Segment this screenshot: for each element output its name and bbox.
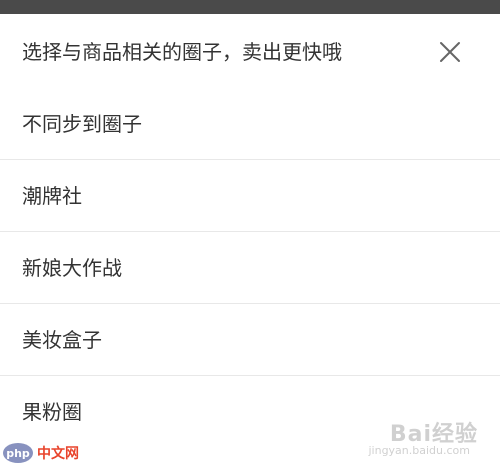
option-label: 美妆盒子 [22, 328, 102, 352]
circle-picker-sheet: 选择与商品相关的圈子，卖出更快哦 不同步到圈子 潮牌社 新娘大作战 美妆盒子 果… [0, 14, 500, 466]
option-xinniang-dazuozhan[interactable]: 新娘大作战 [0, 232, 500, 304]
sheet-title: 选择与商品相关的圈子，卖出更快哦 [22, 40, 342, 64]
watermark-baidu-url: jingyan.baidu.com [368, 444, 470, 457]
option-label: 果粉圈 [22, 400, 82, 424]
close-button[interactable] [436, 38, 464, 66]
option-label: 不同步到圈子 [22, 112, 142, 136]
option-label: 新娘大作战 [22, 256, 122, 280]
close-icon [440, 42, 460, 62]
option-chaopai-she[interactable]: 潮牌社 [0, 160, 500, 232]
circle-option-list: 不同步到圈子 潮牌社 新娘大作战 美妆盒子 果粉圈 [0, 88, 500, 448]
status-bar-edge [0, 0, 500, 14]
watermark-text: 中文网 [37, 446, 79, 462]
sheet-header: 选择与商品相关的圈子，卖出更快哦 [0, 14, 500, 88]
option-label: 潮牌社 [22, 184, 82, 208]
watermark-php-cn: php 中文网 [0, 440, 85, 466]
option-no-sync[interactable]: 不同步到圈子 [0, 88, 500, 160]
php-logo-icon: php [3, 443, 33, 463]
option-meizhuang-hezi[interactable]: 美妆盒子 [0, 304, 500, 376]
